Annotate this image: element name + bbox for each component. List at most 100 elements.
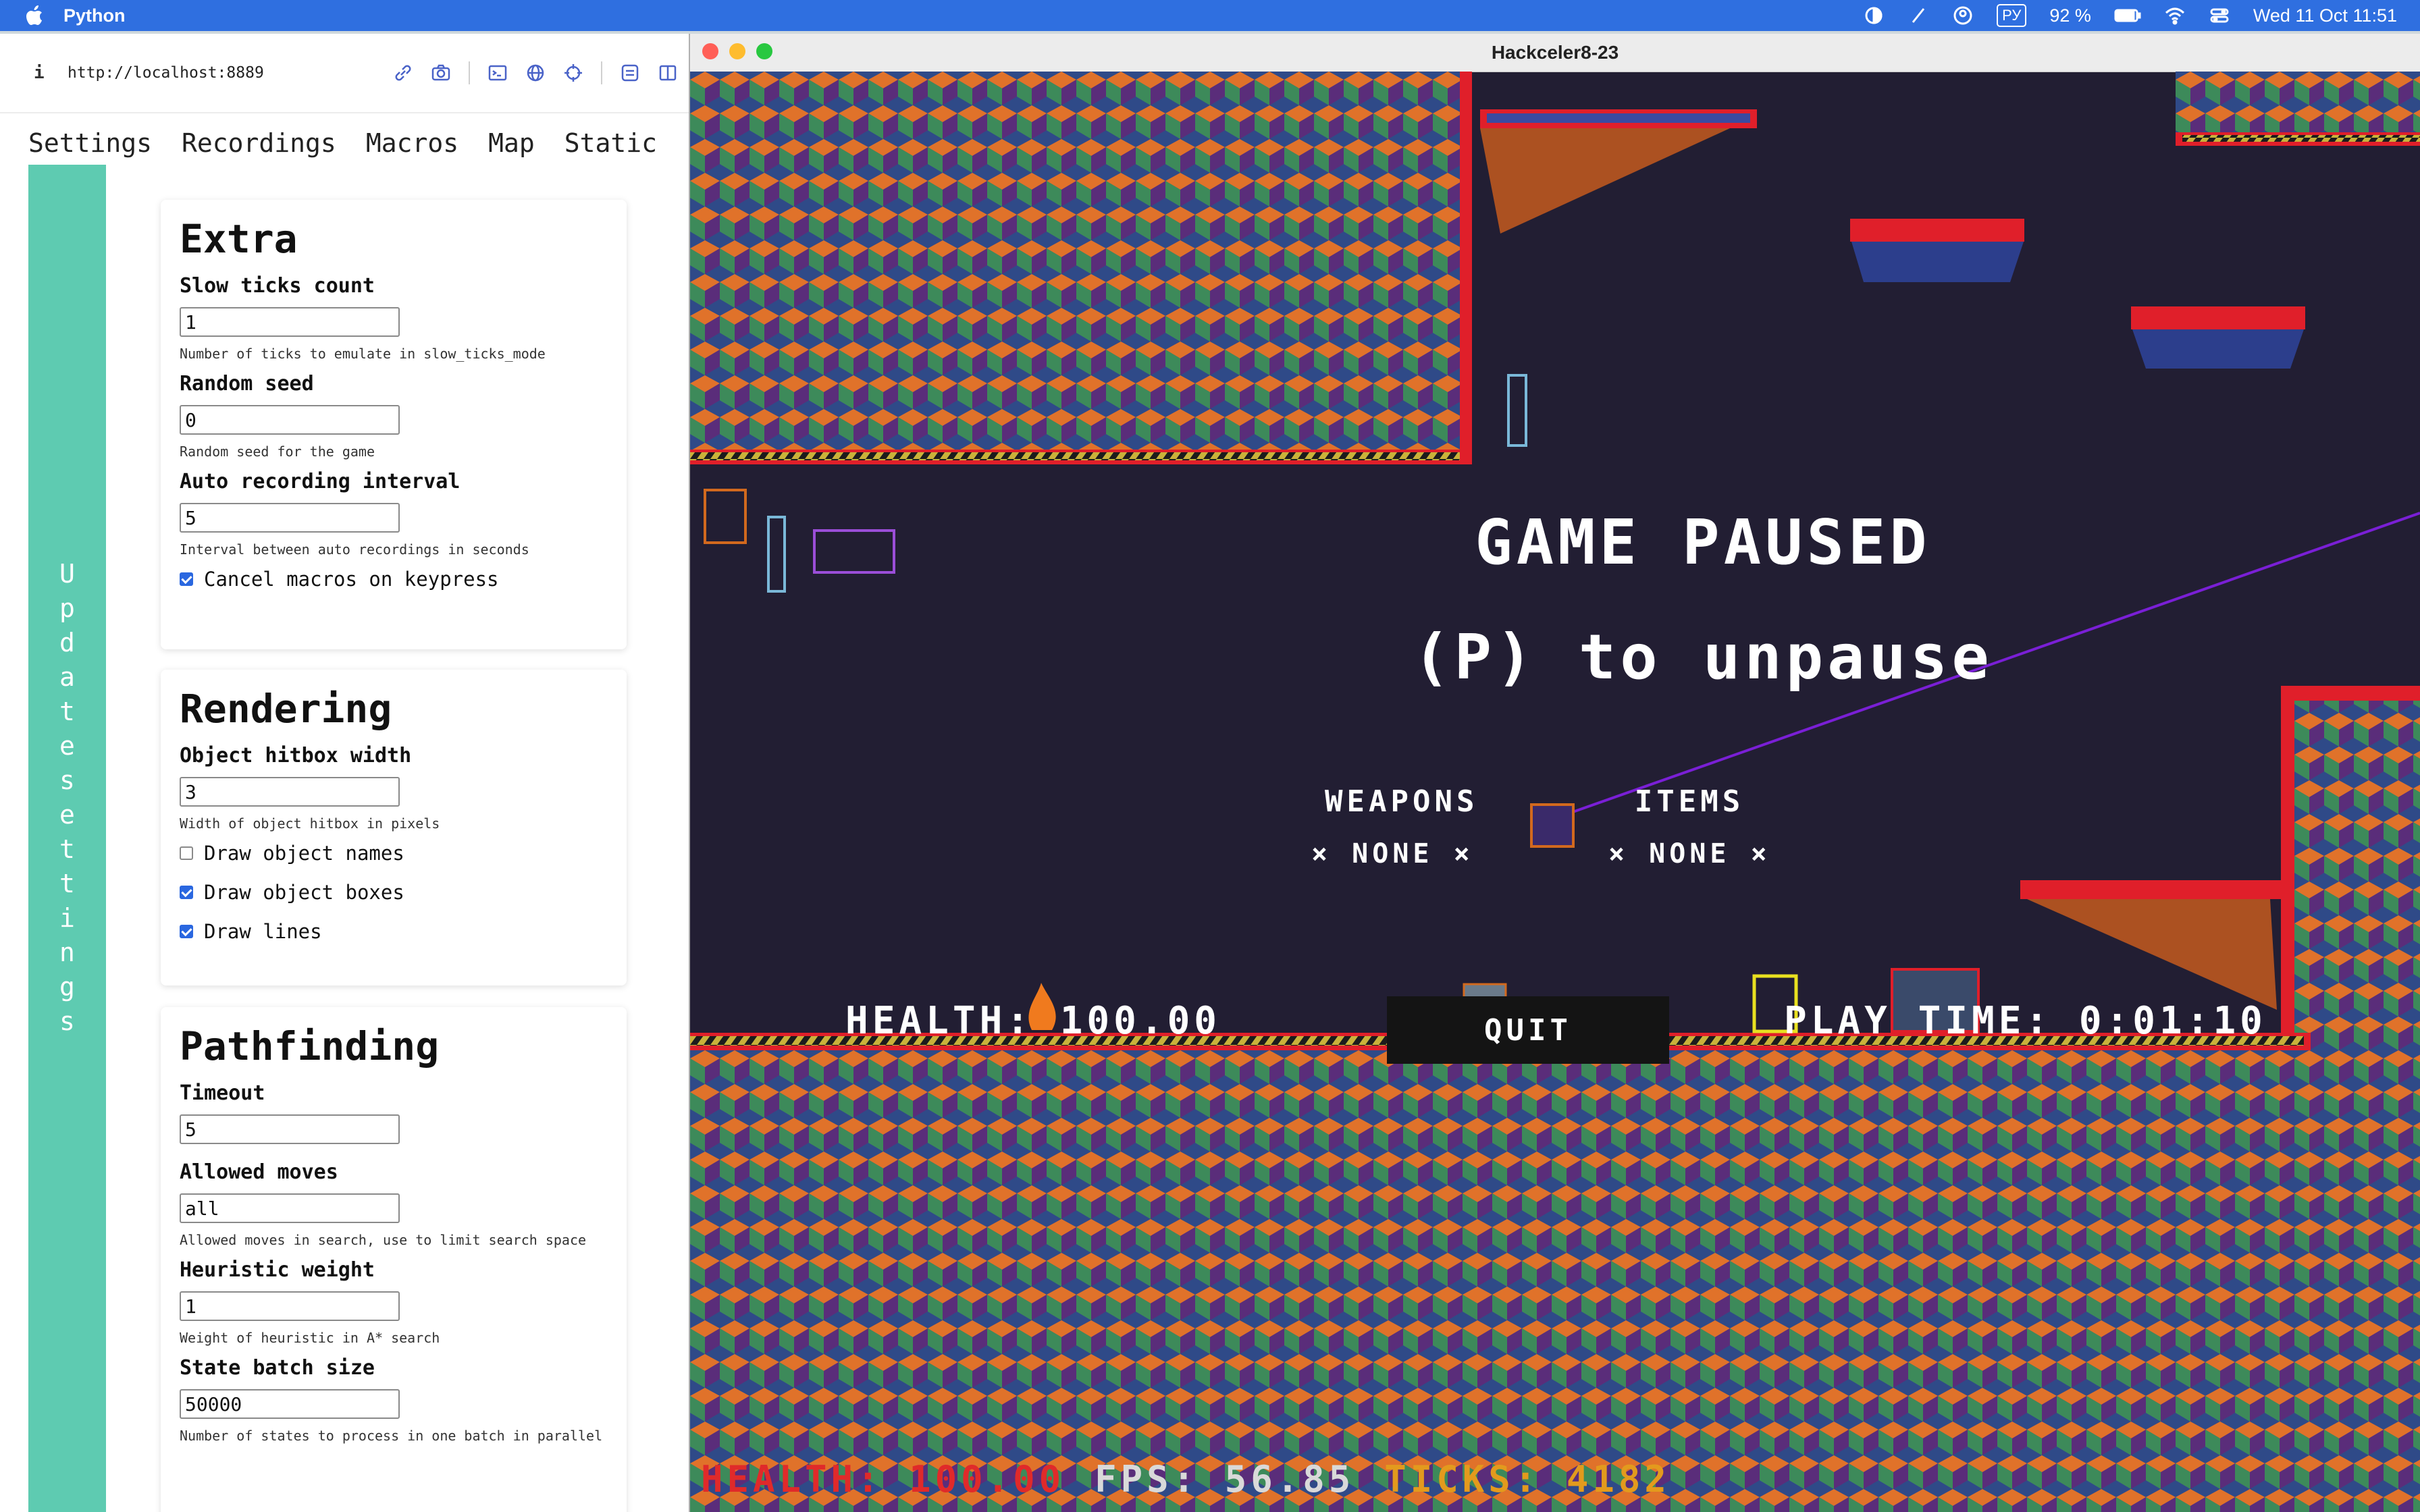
pathfinding-settings-card: Pathfinding Timeout Allowed moves Allowe… (161, 1007, 627, 1512)
rendering-settings-card: Rendering Object hitbox width Width of o… (161, 670, 627, 986)
apple-icon[interactable] (26, 5, 43, 26)
tab-recordings[interactable]: Recordings (182, 128, 336, 158)
platform (2281, 686, 2420, 701)
draw-object-boxes-checkbox[interactable]: Draw object boxes (180, 881, 608, 904)
battery-percent: 92 % (2049, 5, 2091, 26)
settings-tabs: Settings Recordings Macros Map Static (0, 113, 689, 173)
heuristic-weight-help: Weight of heuristic in A* search (180, 1330, 440, 1346)
weapons-value: × NONE × (1311, 838, 1474, 869)
checkbox-unchecked[interactable] (180, 846, 193, 860)
hanging-sign (1507, 374, 1527, 447)
checkbox-checked[interactable] (180, 572, 193, 586)
layout-icon[interactable] (620, 63, 640, 83)
url-bar: i http://localhost:8889 (0, 34, 689, 113)
user-icon[interactable] (1952, 5, 1974, 26)
wall-edge (2281, 686, 2294, 1050)
pause-title: GAME PAUSED (1475, 506, 1931, 578)
auto-recording-label: Auto recording interval (180, 470, 461, 493)
weapons-label: WEAPONS (1325, 784, 1479, 819)
slow-ticks-help: Number of ticks to emulate in slow_ticks… (180, 346, 546, 362)
floating-platform (2131, 306, 2305, 329)
active-app-name[interactable]: Python (63, 5, 126, 26)
timeout-input[interactable] (180, 1114, 400, 1144)
quit-button[interactable]: QUIT (1387, 996, 1669, 1064)
hitbox-width-input[interactable] (180, 777, 400, 807)
toolbar-divider (601, 61, 602, 84)
allowed-moves-help: Allowed moves in search, use to limit se… (180, 1232, 587, 1248)
draw-lines-label: Draw lines (204, 920, 322, 943)
game-title-bar: Hackceler8-23 (690, 34, 2420, 72)
url-text[interactable]: http://localhost:8889 (68, 64, 264, 82)
health-display: HEALTH: 100.00 (845, 999, 1221, 1043)
random-seed-help: Random seed for the game (180, 443, 375, 460)
hitbox-width-label: Object hitbox width (180, 744, 412, 767)
allowed-moves-label: Allowed moves (180, 1160, 338, 1184)
sidebar-icon[interactable] (658, 63, 678, 83)
cancel-macros-checkbox[interactable]: Cancel macros on keypress (180, 568, 608, 591)
input-source-badge[interactable]: РУ (1997, 4, 2027, 27)
hitbox-width-help: Width of object hitbox in pixels (180, 815, 440, 832)
hazard-stripe (2182, 135, 2420, 142)
game-viewport[interactable] (690, 72, 2420, 1512)
wall-edge (1460, 72, 1472, 450)
night-shift-icon[interactable] (1863, 5, 1885, 26)
debug-health: HEALTH: 100.00 (701, 1458, 1066, 1501)
clock[interactable]: Wed 11 Oct 11:51 (2253, 5, 2397, 26)
crosshair-icon[interactable] (563, 63, 583, 83)
platform-top (1487, 113, 1750, 123)
zoom-window-icon[interactable] (756, 43, 772, 59)
heuristic-weight-label: Heuristic weight (180, 1258, 375, 1282)
slow-ticks-label: Slow ticks count (180, 274, 375, 298)
status-menus: РУ 92 % Wed 11 Oct 11:51 (1863, 4, 2397, 27)
debug-ticks: TICKS: 4182 (1384, 1458, 1671, 1501)
timeout-label: Timeout (180, 1081, 265, 1105)
cancel-macros-label: Cancel macros on keypress (204, 568, 499, 591)
floor-tiles (690, 1050, 2420, 1512)
items-label: ITEMS (1634, 784, 1745, 819)
battery-icon[interactable] (2114, 5, 2141, 26)
checkbox-checked[interactable] (180, 925, 193, 938)
pen-icon[interactable] (1908, 5, 1929, 26)
tab-static[interactable]: Static (564, 128, 657, 158)
tea-sign (704, 489, 747, 544)
slow-ticks-input[interactable] (180, 307, 400, 337)
link-icon[interactable] (393, 63, 413, 83)
state-batch-input[interactable] (180, 1389, 400, 1419)
update-settings-button[interactable]: Update settings (28, 165, 106, 1512)
card-title-pathfinding: Pathfinding (180, 1023, 440, 1069)
state-batch-help: Number of states to process in one batch… (180, 1428, 603, 1444)
random-seed-label: Random seed (180, 372, 314, 396)
wifi-icon[interactable] (2164, 5, 2186, 26)
tab-settings[interactable]: Settings (28, 128, 152, 158)
control-center-icon[interactable] (2209, 5, 2230, 26)
debug-overlay: HEALTH: 100.00 FPS: 56.85 TICKS: 4182 (701, 1458, 1671, 1501)
draw-object-names-label: Draw object names (204, 842, 404, 865)
heuristic-weight-input[interactable] (180, 1291, 400, 1321)
game-window-title: Hackceler8-23 (1491, 42, 1619, 63)
items-value: × NONE × (1608, 838, 1771, 869)
draw-object-boxes-label: Draw object boxes (204, 881, 404, 904)
camera-icon[interactable] (431, 63, 451, 83)
random-seed-input[interactable] (180, 405, 400, 435)
settings-browser-window: i http://localhost:8889 Settings Recordi… (0, 34, 690, 1512)
browser-toolbar (393, 61, 678, 84)
terminal-icon[interactable] (488, 63, 508, 83)
menu-bar: Python РУ 92 % Wed 11 Oct 11:51 (0, 0, 2420, 31)
tab-macros[interactable]: Macros (366, 128, 458, 158)
auto-recording-help: Interval between auto recordings in seco… (180, 541, 529, 558)
card-title-rendering: Rendering (180, 686, 392, 732)
extra-settings-card: Extra Slow ticks count Number of ticks t… (161, 200, 627, 649)
auto-recording-input[interactable] (180, 503, 400, 533)
allowed-moves-input[interactable] (180, 1193, 400, 1223)
checkbox-checked[interactable] (180, 886, 193, 899)
close-window-icon[interactable] (702, 43, 718, 59)
tab-map[interactable]: Map (488, 128, 535, 158)
draw-lines-checkbox[interactable]: Draw lines (180, 920, 608, 943)
draw-object-names-checkbox[interactable]: Draw object names (180, 842, 608, 865)
globe-icon[interactable] (525, 63, 546, 83)
platform (2020, 880, 2290, 899)
minimize-window-icon[interactable] (729, 43, 745, 59)
info-icon[interactable]: i (34, 63, 54, 83)
wall-block (2288, 686, 2420, 1050)
support-beam (1480, 128, 1730, 234)
